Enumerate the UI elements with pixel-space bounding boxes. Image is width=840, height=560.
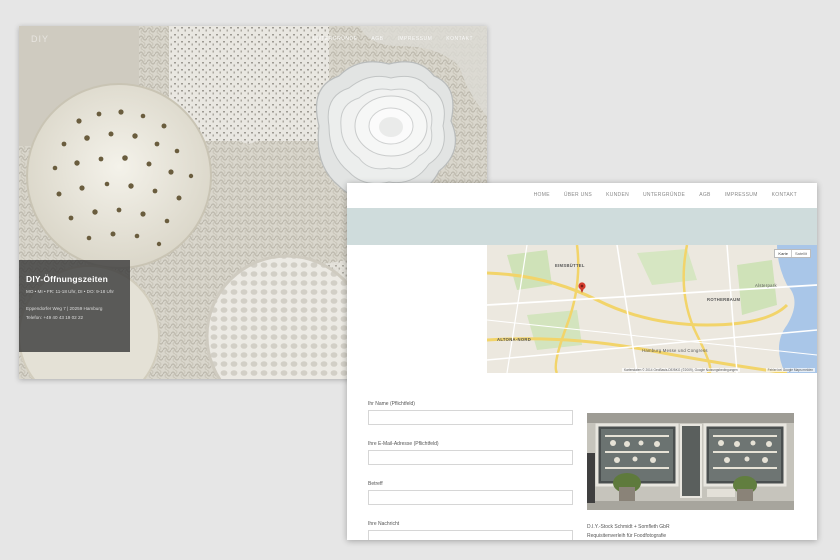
company-name: D.I.Y.-Stock Schmidt + Somfleth GbR [587,524,670,530]
stacked-bowls [315,61,457,200]
opening-hours-title: DIY-Öffnungszeiten [26,274,108,284]
contact-screenshot: Home Über uns Kunden Untergründe AGB Imp… [347,183,817,540]
name-input[interactable] [368,410,573,425]
company-caption: D.I.Y.-Stock Schmidt + Somfleth GbR Requ… [587,523,670,540]
nav-kontakt[interactable]: Kontakt [446,36,473,42]
nav-kunden[interactable]: Kunden [606,192,629,198]
map-karte-button[interactable]: Karte [775,250,791,257]
message-label: Ihre Nachricht [368,521,400,527]
shopfront-photo [587,413,794,510]
email-input[interactable] [368,450,573,465]
nav-impressum[interactable]: Impressum [397,36,432,42]
map-satellit-button[interactable]: Satellit [790,250,810,257]
address: Eppendorfer Weg 7 | 20259 Hamburg [26,306,103,311]
header-band [347,208,817,245]
message-textarea[interactable] [368,530,573,540]
map-tiles [487,245,817,373]
nav-untergruende[interactable]: Untergründe [643,192,685,198]
subject-input[interactable] [368,490,573,505]
map-label-altona-nord: ALTONA-NORD [497,337,532,342]
map-label-eimsbuettel: EIMSBÜTTEL [555,263,585,268]
google-map[interactable]: EIMSBÜTTEL ROTHERBAUM ALTONA-NORD Hambur… [487,245,817,373]
contact-form: Ihr Name (Pflichtfeld) Ihre E-Mail-Adres… [368,401,573,540]
shopfront-image [587,413,794,510]
nav-agb[interactable]: AGB [371,36,383,42]
map-label-alsterpark: Alsterpark [755,283,777,288]
company-tagline: Requisitenverleih für Foodfotografie [587,533,667,539]
phone: Telefon: +49 40 43 19 02 22 [26,315,84,320]
site-logo[interactable]: DIY [31,34,49,44]
nav-impressum[interactable]: Impressum [725,192,758,198]
nav-untergruende[interactable]: Untergründe [313,36,357,42]
map-report-link[interactable]: Fehler bei Google Maps melden [765,368,815,372]
map-label-messe: Hamburg Messe und Congress [642,348,708,353]
opening-hours-box: DIY-Öffnungszeiten MO • MI • FR: 11-18 U… [19,260,130,352]
email-label: Ihre E-Mail-Adresse (Pflichtfeld) [368,441,439,447]
map-label-rotherbaum: ROTHERBAUM [707,297,741,302]
map-terms-link[interactable]: Nutzungsbedingungen [706,368,738,372]
map-attribution: Kartendaten © 2014 GeoBasis-DE/BKG (©200… [622,368,740,372]
subject-label: Betreff [368,481,383,487]
nav-home[interactable]: Home [534,192,550,198]
opening-hours-days: MO • MI • FR: 11-18 Uhr, DI • DO: 9-18 U… [26,289,114,294]
name-label: Ihr Name (Pflichtfeld) [368,401,415,407]
hero-nav: Untergründe AGB Impressum Kontakt [313,36,473,42]
nav-ueber-uns[interactable]: Über uns [564,192,592,198]
nav-kontakt[interactable]: Kontakt [772,192,797,198]
nav-agb[interactable]: AGB [699,192,710,198]
contact-nav: Home Über uns Kunden Untergründe AGB Imp… [534,192,797,198]
map-type-toggle: Karte Satellit [774,249,811,258]
